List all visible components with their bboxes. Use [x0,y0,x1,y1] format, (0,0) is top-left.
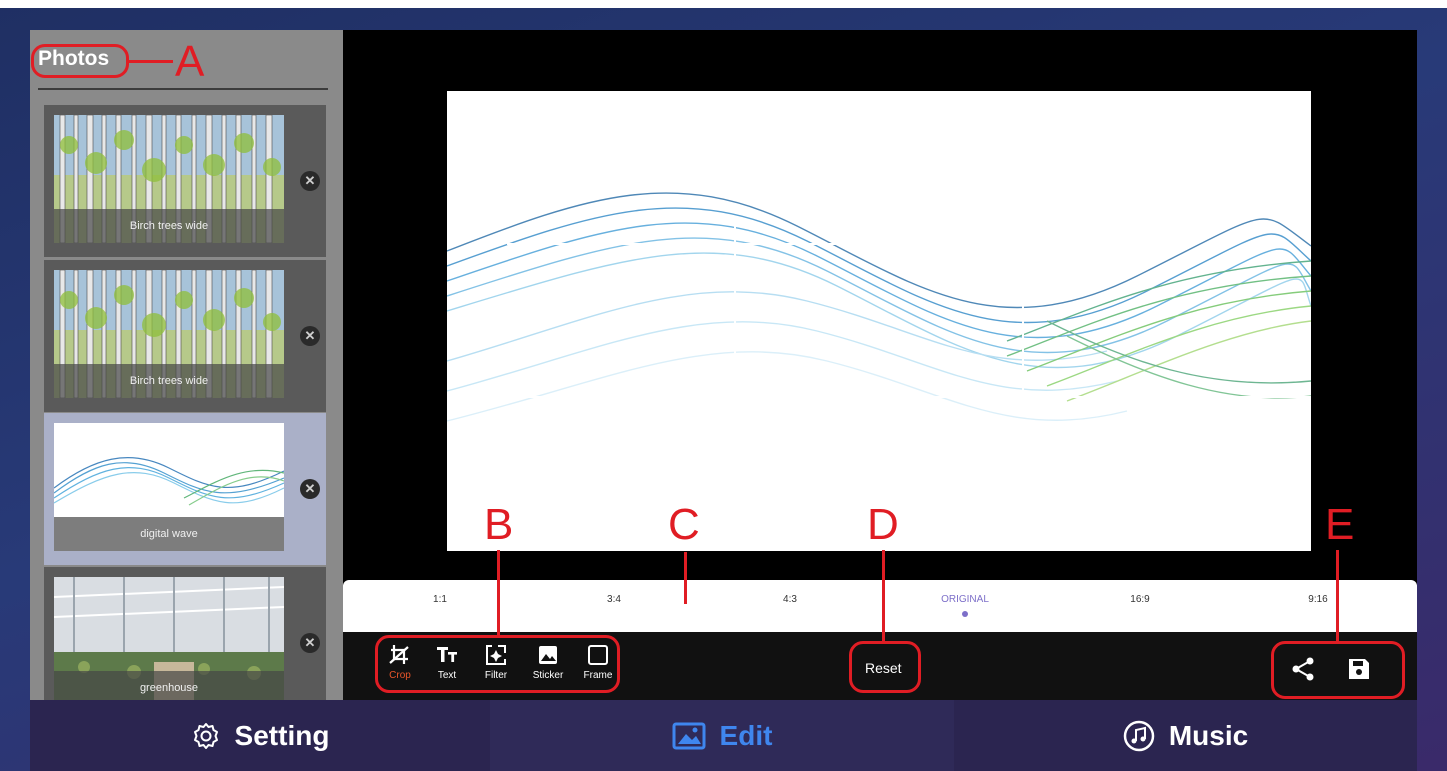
tab-setting[interactable]: Setting [30,700,490,771]
tab-label: Edit [719,719,773,751]
annotation-box-e [1271,641,1405,699]
photo-thumbnail: greenhouse [54,577,284,700]
photo-thumbnail: Birch trees wide [54,270,284,398]
annotation-label-a: A [175,37,205,86]
close-icon[interactable]: ✕ [300,479,320,499]
music-icon [1123,720,1155,751]
ratio-16-9[interactable]: 16:9 [1130,594,1149,605]
photos-sidebar: Photos Birch trees wide ✕ Birch trees wi… [30,30,343,700]
close-icon[interactable]: ✕ [300,633,320,653]
photo-thumbnail: Birch trees wide [54,115,284,243]
ratio-1-1[interactable]: 1:1 [433,594,447,605]
bottom-navigation: Setting Edit Music [30,700,1417,771]
top-frame [0,0,1447,8]
photo-caption: Birch trees wide [54,364,284,398]
ratio-3-4[interactable]: 3:4 [607,594,621,605]
annotation-label-d: D [867,500,899,549]
close-icon[interactable]: ✕ [300,171,320,191]
close-icon[interactable]: ✕ [300,326,320,346]
annotation-line-d [882,550,885,641]
sidebar-divider [38,88,328,90]
tab-label: Music [1168,719,1249,751]
annotation-label-c: C [668,500,700,549]
aspect-ratio-bar: 1:1 3:4 4:3 ORIGINAL 16:9 9:16 [343,580,1417,632]
photo-caption: digital wave [54,517,284,551]
annotation-line-b [497,550,500,635]
editor-canvas: 1:1 3:4 4:3 ORIGINAL 16:9 9:16 Crop Text [343,30,1417,700]
photo-item-3[interactable]: digital wave ✕ [44,413,326,565]
ratio-active-indicator [962,611,968,617]
annotation-box-d [849,641,921,693]
photo-item-4[interactable]: greenhouse ✕ [44,567,326,700]
photo-item-2[interactable]: Birch trees wide ✕ [44,260,326,412]
photo-preview[interactable] [447,91,1311,551]
annotation-label-e: E [1325,500,1355,549]
ratio-4-3[interactable]: 4:3 [783,594,797,605]
photo-caption: Birch trees wide [54,209,284,243]
photo-caption: greenhouse [54,671,284,700]
photo-item-1[interactable]: Birch trees wide ✕ [44,105,326,257]
ratio-original[interactable]: ORIGINAL [941,594,989,605]
photo-thumbnail: digital wave [54,423,284,551]
gear-icon [193,722,218,749]
annotation-line-c [684,552,687,604]
annotation-box-b [375,635,620,693]
image-icon [672,722,706,749]
annotation-box-a [31,44,129,78]
annotation-line-e [1336,550,1339,641]
ratio-9-16[interactable]: 9:16 [1308,594,1327,605]
annotation-label-b: B [484,500,514,549]
annotation-line-a [129,60,173,63]
tab-edit[interactable]: Edit [490,700,954,771]
tab-label: Setting [234,719,330,751]
tab-music[interactable]: Music [954,700,1417,771]
